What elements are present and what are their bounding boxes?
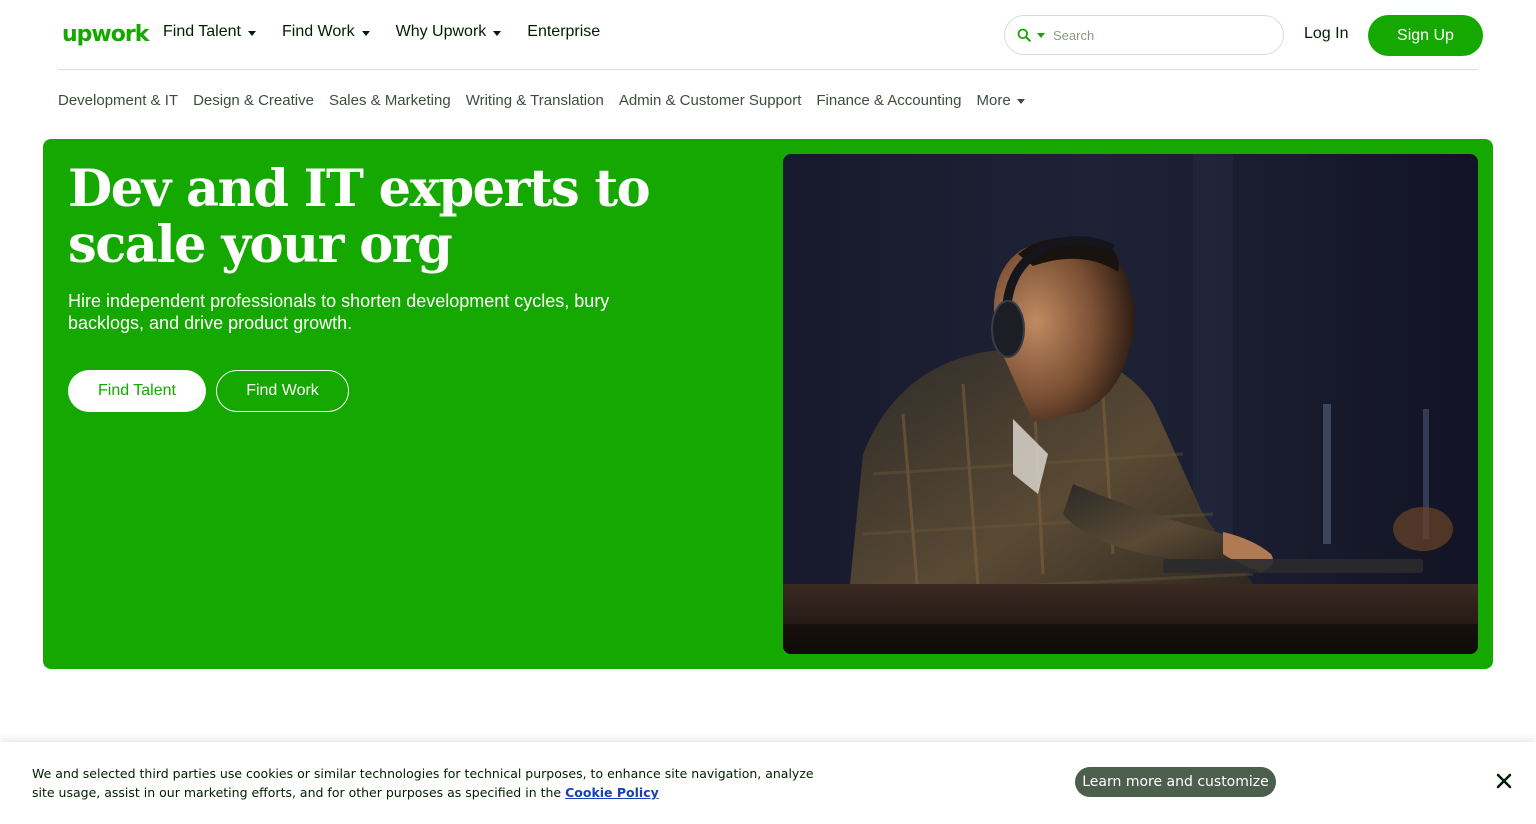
cookie-policy-link[interactable]: Cookie Policy <box>565 785 659 800</box>
hero-subtitle: Hire independent professionals to shorte… <box>68 291 610 333</box>
category-more-label: More <box>976 92 1011 109</box>
search-box <box>1004 15 1284 55</box>
chevron-down-icon <box>1016 98 1025 104</box>
search-type-dropdown-icon[interactable] <box>1037 32 1045 38</box>
nav-item-label: Find Work <box>281 23 355 40</box>
top-header: upwork Find Talent Find Work Why Upwork … <box>58 0 1483 70</box>
find-talent-button[interactable]: Find Talent <box>68 370 206 412</box>
category-finance-accounting[interactable]: Finance & Accounting <box>816 92 961 109</box>
cookie-message-text: We and selected third parties use cookie… <box>32 766 814 800</box>
nav-item-label: Find Talent <box>163 23 241 40</box>
cookie-banner: We and selected third parties use cookie… <box>0 742 1536 824</box>
search-input[interactable] <box>1053 27 1253 43</box>
chevron-down-icon <box>493 30 502 36</box>
hero-title: Dev and IT experts to scale your org <box>68 159 651 275</box>
developer-at-laptop-illustration <box>783 154 1478 654</box>
nav-enterprise[interactable]: Enterprise <box>527 23 600 41</box>
category-development-it[interactable]: Development & IT <box>58 92 178 109</box>
nav-item-label: Enterprise <box>527 23 601 40</box>
hero-banner: Dev and IT experts to scale your org Hir… <box>43 139 1493 669</box>
category-admin-support[interactable]: Admin & Customer Support <box>619 92 802 109</box>
signup-button[interactable]: Sign Up <box>1368 15 1483 56</box>
search-icon[interactable] <box>1015 26 1033 44</box>
logo-text: upwork <box>62 21 149 47</box>
nav-item-label: Why Upwork <box>395 23 487 40</box>
main-nav: Find Talent Find Work Why Upwork Enterpr… <box>163 23 626 41</box>
nav-find-work[interactable]: Find Work <box>282 23 370 41</box>
learn-more-customize-button[interactable]: Learn more and customize <box>1075 767 1276 797</box>
category-more[interactable]: More <box>976 92 1025 109</box>
find-work-button[interactable]: Find Work <box>216 370 349 412</box>
nav-why-upwork[interactable]: Why Upwork <box>396 23 502 41</box>
category-design-creative[interactable]: Design & Creative <box>193 92 314 109</box>
login-link[interactable]: Log In <box>1304 25 1348 43</box>
upwork-logo[interactable]: upwork <box>62 20 149 48</box>
hero-image <box>783 154 1478 654</box>
cookie-message: We and selected third parties use cookie… <box>32 764 832 802</box>
close-icon[interactable] <box>1495 772 1513 790</box>
category-writing-translation[interactable]: Writing & Translation <box>466 92 604 109</box>
chevron-down-icon <box>247 30 256 36</box>
category-sales-marketing[interactable]: Sales & Marketing <box>329 92 451 109</box>
chevron-down-icon <box>361 30 370 36</box>
nav-find-talent[interactable]: Find Talent <box>163 23 256 41</box>
category-nav: Development & IT Design & Creative Sales… <box>58 92 1040 109</box>
